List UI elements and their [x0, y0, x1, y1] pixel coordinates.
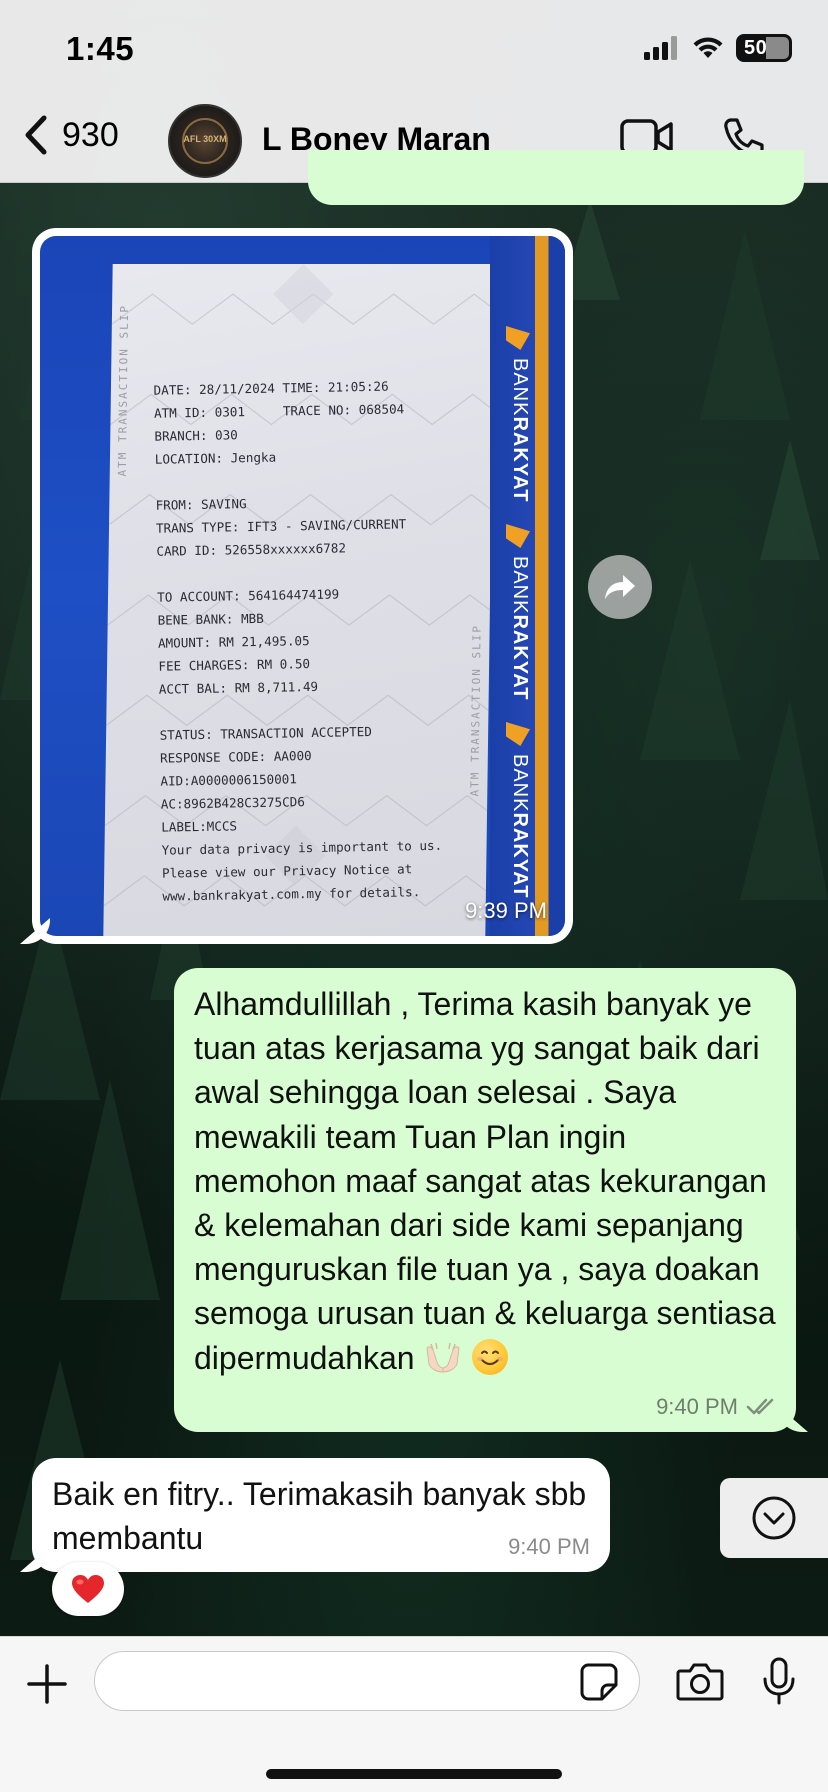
image-message-time: 9:39 PM	[465, 898, 547, 923]
message-reaction[interactable]	[52, 1562, 124, 1616]
bank-brand-text: BANKRAKYAT	[509, 358, 531, 503]
red-heart-emoji	[72, 1575, 104, 1603]
sticker-button[interactable]	[580, 1663, 618, 1706]
chevron-down-circle-icon	[752, 1496, 796, 1540]
receipt-side-label: ATM TRANSACTION SLIP	[115, 304, 132, 477]
image-message[interactable]: ATM TRANSACTION SLIP ATM TRANSACTION SLI…	[32, 228, 573, 944]
previous-message-bubble[interactable]	[308, 150, 804, 205]
message-input[interactable]	[94, 1651, 640, 1711]
chevron-left-icon	[25, 115, 47, 155]
contact-avatar[interactable]: AFL 30XM	[168, 104, 242, 178]
message-composer	[0, 1636, 828, 1792]
home-indicator	[266, 1769, 562, 1779]
double-check-read-icon	[746, 1398, 774, 1415]
outgoing-message[interactable]: Alhamdullillah , Terima kasih banyak ye …	[174, 968, 796, 1432]
status-icons: 50	[644, 34, 792, 62]
incoming-message-time: 9:40 PM	[508, 1534, 590, 1559]
bank-logo-icon	[506, 524, 530, 548]
attach-button[interactable]	[26, 1663, 68, 1710]
cellular-signal-icon	[644, 36, 677, 60]
bank-brand-strip: BANKRAKYAT BANKRAKYAT BANKRAKYAT	[490, 236, 565, 936]
outgoing-message-text: Alhamdullillah , Terima kasih banyak ye …	[194, 986, 776, 1376]
bank-brand-text: BANKRAKYAT	[509, 754, 531, 899]
wifi-icon	[693, 37, 723, 58]
forward-arrow-icon	[605, 575, 635, 599]
voice-message-button[interactable]	[762, 1657, 796, 1710]
camera-button[interactable]	[676, 1661, 724, 1706]
outgoing-message-meta: 9:40 PM	[656, 1394, 778, 1420]
incoming-message[interactable]: Baik en fitry.. Terimakasih banyak sbb m…	[32, 1458, 610, 1572]
unread-count: 930	[62, 115, 119, 154]
receipt-side-label: ATM TRANSACTION SLIP	[468, 624, 484, 797]
battery-icon: 50	[736, 34, 792, 62]
receipt-text: DATE: 28/11/2024 TIME: 21:05:26 ATM ID: 0…	[153, 373, 472, 907]
battery-percent: 50	[744, 36, 768, 59]
bank-brand-text: BANKRAKYAT	[509, 556, 531, 701]
avatar-text: AFL 30XM	[183, 134, 227, 144]
outgoing-message-time: 9:40 PM	[656, 1394, 738, 1419]
scroll-to-bottom-button[interactable]	[720, 1478, 828, 1558]
outgoing-message-body: Alhamdullillah , Terima kasih banyak ye …	[194, 982, 776, 1380]
camera-icon	[676, 1663, 724, 1701]
bank-logo-icon	[506, 722, 530, 746]
forward-button[interactable]	[588, 555, 652, 619]
smiling-face-emoji	[472, 1338, 509, 1375]
plus-icon	[27, 1664, 67, 1704]
receipt-photo[interactable]: ATM TRANSACTION SLIP ATM TRANSACTION SLI…	[40, 236, 565, 936]
status-time: 1:45	[66, 30, 135, 67]
back-button[interactable]: 930	[20, 114, 119, 156]
palms-up-together-emoji	[426, 1342, 461, 1373]
sticker-icon	[580, 1663, 618, 1701]
bank-logo-icon	[506, 326, 530, 350]
microphone-icon	[763, 1657, 795, 1705]
